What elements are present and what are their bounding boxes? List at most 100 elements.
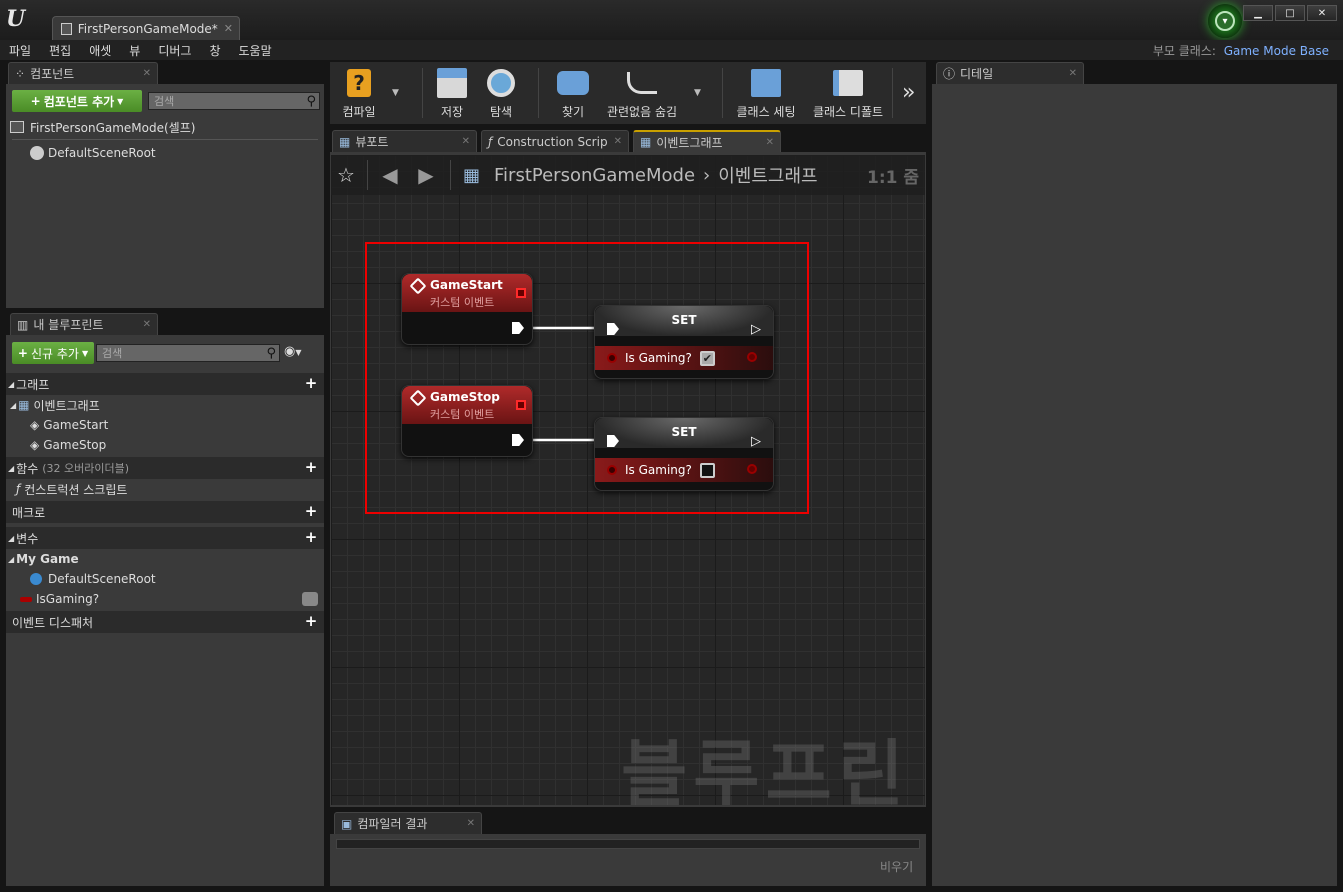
- compiler-output-area: [336, 839, 920, 849]
- close-icon[interactable]: ✕: [462, 136, 470, 147]
- construction-script-item[interactable]: ƒ 컨스트럭션 스크립트: [6, 479, 324, 499]
- minimize-button[interactable]: ▁: [1243, 5, 1273, 21]
- class-settings-button[interactable]: 클래스 세팅: [730, 62, 802, 124]
- bool-checkbox-unchecked[interactable]: [699, 462, 715, 478]
- editor-tab-strip: ▦ 뷰포트 ✕ ƒ Construction Scrip ✕ ▦ 이벤트그래프 ✕: [332, 130, 928, 152]
- add-dispatcher-button[interactable]: +: [304, 614, 318, 629]
- component-search-input[interactable]: 검색 ⚲: [148, 92, 320, 110]
- close-icon[interactable]: ✕: [766, 137, 774, 148]
- menu-debug[interactable]: 디버그: [149, 42, 200, 59]
- class-defaults-label: 클래스 디폴트: [812, 105, 884, 119]
- add-new-label: 신규 추가: [30, 346, 79, 361]
- variable-item-isgaming[interactable]: IsGaming?: [6, 589, 324, 609]
- eventgraph-item[interactable]: ◢ ▦ 이벤트그래프: [6, 395, 324, 415]
- bool-in-pin[interactable]: [607, 353, 617, 363]
- exec-out-pin[interactable]: [512, 322, 524, 334]
- chevron-down-icon: ▼: [295, 348, 302, 357]
- delegate-pin-icon[interactable]: [516, 400, 526, 410]
- components-tab[interactable]: ⁘ 컴포넌트 ✕: [8, 62, 158, 84]
- custom-event-node-gamestop[interactable]: GameStop 커스텀 이벤트: [401, 385, 533, 457]
- graphs-label: 그래프: [16, 377, 50, 392]
- add-variable-button[interactable]: +: [304, 530, 318, 545]
- category-variables[interactable]: ◢ 변수 +: [6, 527, 324, 549]
- close-window-button[interactable]: ✕: [1307, 5, 1337, 21]
- find-label: 찾기: [561, 105, 585, 119]
- hide-unrelated-button[interactable]: 관련없음 숨김: [602, 62, 682, 124]
- eye-closed-icon[interactable]: [302, 592, 318, 606]
- details-tab[interactable]: ⓘ 디테일 ✕: [936, 62, 1084, 84]
- category-dispatchers[interactable]: 이벤트 디스패처 +: [6, 611, 324, 633]
- add-new-button[interactable]: + 신규 추가 ▼: [12, 342, 94, 364]
- add-function-button[interactable]: +: [304, 460, 318, 475]
- clear-button[interactable]: 비우기: [880, 858, 913, 875]
- close-icon[interactable]: ✕: [143, 68, 151, 79]
- my-blueprint-panel: + 신규 추가 ▼ 검색 ⚲ ◉▼ ◢ 그래프 + ◢ ▦ 이벤트그래프 ◈ GameStar…: [6, 335, 324, 886]
- category-functions[interactable]: ◢ 함수 (32 오버라이더블) +: [6, 457, 324, 479]
- close-icon[interactable]: ✕: [1069, 68, 1077, 79]
- exec-out-pin[interactable]: [512, 434, 524, 446]
- save-button[interactable]: 저장: [428, 62, 476, 124]
- add-component-button[interactable]: + 컴포넌트 추가 ▼: [12, 90, 142, 112]
- menu-file[interactable]: 파일: [0, 42, 40, 59]
- set-node-gamestop[interactable]: SET ▷ Is Gaming?: [594, 417, 774, 491]
- find-button[interactable]: 찾기: [546, 62, 600, 124]
- close-icon[interactable]: ✕: [224, 22, 233, 35]
- chevron-down-icon[interactable]: ▼: [694, 88, 701, 98]
- menu-view[interactable]: 뷰: [120, 42, 149, 59]
- class-defaults-button[interactable]: 클래스 디폴트: [808, 62, 888, 124]
- toolbar-overflow-icon[interactable]: »: [902, 80, 915, 105]
- blueprint-search-input[interactable]: 검색 ⚲: [96, 344, 280, 362]
- event-graph-canvas[interactable]: ☆ ◀ ▶ ▦ FirstPersonGameMode › 이벤트그래프 1:1…: [331, 155, 925, 805]
- compile-button[interactable]: ? 컴파일: [334, 62, 384, 124]
- component-root-item[interactable]: DefaultSceneRoot: [30, 143, 156, 163]
- my-blueprint-tab[interactable]: ▥ 내 블루프린트 ✕: [10, 313, 158, 335]
- event-item-gamestart[interactable]: ◈ GameStart: [6, 415, 324, 435]
- menu-window[interactable]: 창: [200, 42, 229, 59]
- save-label: 저장: [440, 105, 464, 119]
- exec-out-pin[interactable]: ▷: [751, 434, 761, 449]
- menu-edit[interactable]: 편집: [40, 42, 80, 59]
- close-icon[interactable]: ✕: [614, 136, 622, 147]
- browse-button[interactable]: 탐색: [476, 62, 526, 124]
- event-item-gamestop[interactable]: ◈ GameStop: [6, 435, 324, 455]
- browse-label: 탐색: [489, 105, 513, 119]
- class-settings-label: 클래스 세팅: [736, 105, 796, 119]
- close-icon[interactable]: ✕: [467, 818, 475, 829]
- parent-class-link[interactable]: Game Mode Base: [1224, 44, 1329, 58]
- add-graph-button[interactable]: +: [304, 376, 318, 391]
- category-macros[interactable]: 매크로 +: [6, 501, 324, 523]
- chevron-down-icon[interactable]: ▼: [392, 88, 399, 98]
- divider: [538, 68, 539, 118]
- variable-item-defaultsceneroot[interactable]: DefaultSceneRoot: [6, 569, 324, 589]
- details-panel: [932, 84, 1337, 886]
- tab-viewport[interactable]: ▦ 뷰포트 ✕: [332, 130, 477, 152]
- custom-event-node-gamestart[interactable]: GameStart 커스텀 이벤트: [401, 273, 533, 345]
- component-self-item[interactable]: FirstPersonGameMode(셀프): [10, 117, 195, 137]
- bool-checkbox-checked[interactable]: ✔: [699, 350, 715, 366]
- compiler-results-tab[interactable]: ▣ 컴파일러 결과 ✕: [334, 812, 482, 834]
- menu-help[interactable]: 도움말: [230, 42, 281, 59]
- add-macro-button[interactable]: +: [304, 504, 318, 519]
- divider: [722, 68, 723, 118]
- maximize-button[interactable]: □: [1275, 5, 1305, 21]
- tab-eventgraph[interactable]: ▦ 이벤트그래프 ✕: [633, 130, 781, 152]
- search-icon: ⚲: [266, 346, 276, 361]
- bool-out-pin[interactable]: [747, 352, 757, 362]
- blueprint-icon: [10, 121, 24, 133]
- variable-category-my-game[interactable]: ◢ My Game: [6, 549, 324, 569]
- view-options-button[interactable]: ◉▼: [284, 344, 302, 359]
- bool-in-pin[interactable]: [607, 465, 617, 475]
- bool-out-pin[interactable]: [747, 464, 757, 474]
- close-icon[interactable]: ✕: [143, 319, 151, 330]
- toolbar: ? 컴파일 ▼ 저장 탐색 찾기 관련없음 숨김 ▼ 클래스 세팅 클래스 디폴…: [330, 62, 926, 124]
- tab-construction-script[interactable]: ƒ Construction Scrip ✕: [481, 130, 629, 152]
- eventgraph-icon: ▦: [18, 398, 30, 412]
- document-tab[interactable]: FirstPersonGameMode* ✕: [52, 16, 240, 40]
- menu-asset[interactable]: 애셋: [80, 42, 120, 59]
- delegate-pin-icon[interactable]: [516, 288, 526, 298]
- exec-out-pin[interactable]: ▷: [751, 322, 761, 337]
- category-graphs[interactable]: ◢ 그래프 +: [6, 373, 324, 395]
- add-component-label: 컴포넌트 추가: [43, 94, 115, 109]
- set-node-gamestart[interactable]: SET ▷ Is Gaming? ✔: [594, 305, 774, 379]
- chevron-down-icon: ▼: [81, 348, 89, 358]
